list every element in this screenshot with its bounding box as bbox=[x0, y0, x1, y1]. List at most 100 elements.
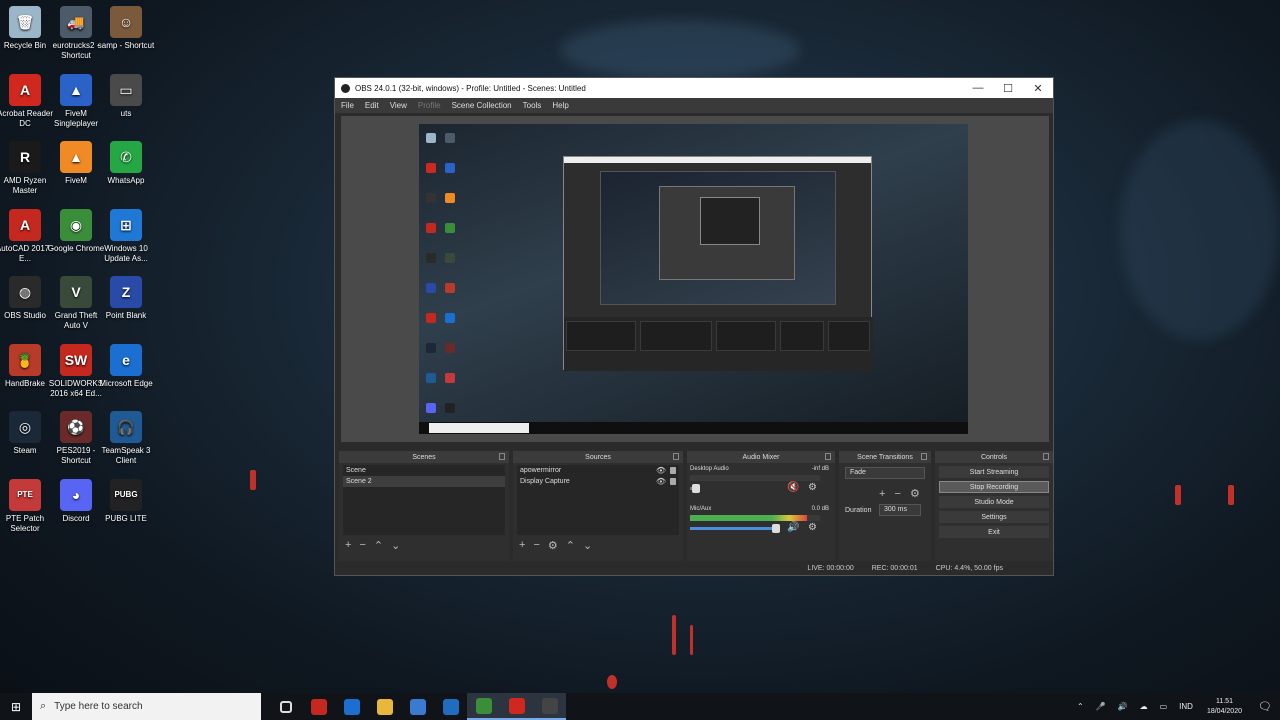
desktop-shortcut-label: Point Blank bbox=[105, 311, 147, 320]
minimize-button[interactable]: — bbox=[963, 82, 993, 94]
visibility-eye-icon[interactable]: 👁 bbox=[656, 465, 666, 476]
menu-tools[interactable]: Tools bbox=[523, 101, 542, 110]
mixer-channel: Mic/Aux 0.0 dB 🔊 ⚙ bbox=[687, 503, 835, 543]
desktop-shortcut[interactable]: e Microsoft Edge bbox=[96, 343, 156, 389]
taskbar-app[interactable] bbox=[368, 693, 401, 720]
preview-nested-obs-window bbox=[563, 156, 873, 371]
edge-icon: e bbox=[110, 343, 142, 376]
speaker-icon[interactable]: 🔊 bbox=[1118, 702, 1128, 711]
taskbar-search[interactable]: ⌕ Type here to search bbox=[32, 693, 261, 720]
taskbar-app[interactable] bbox=[533, 693, 566, 720]
scenes-dock: Scenes Scene Scene 2 + − ⌃ ⌄ bbox=[339, 451, 509, 561]
desktop-shortcut[interactable]: PUBG PUBG LITE bbox=[96, 478, 156, 524]
taskbar-app[interactable] bbox=[401, 693, 434, 720]
remove-scene-button[interactable]: − bbox=[359, 539, 365, 551]
notification-icon[interactable]: 🗨 bbox=[1250, 700, 1280, 713]
add-scene-button[interactable]: + bbox=[345, 539, 351, 551]
remove-source-button[interactable]: − bbox=[533, 539, 539, 551]
start-streaming-button[interactable]: Start Streaming bbox=[939, 466, 1049, 478]
lock-icon[interactable] bbox=[670, 478, 676, 485]
file-explorer-icon bbox=[376, 698, 393, 715]
move-down-button[interactable]: ⌄ bbox=[583, 539, 592, 552]
preview-desktop-icons bbox=[423, 128, 483, 428]
channel-name: Desktop Audio bbox=[690, 466, 729, 472]
lock-icon[interactable] bbox=[670, 467, 676, 474]
wifi-icon[interactable]: ☁ bbox=[1140, 702, 1148, 711]
duration-input[interactable]: 300 ms bbox=[879, 504, 921, 516]
whatsapp-icon: ✆ bbox=[110, 141, 142, 173]
scenes-dock-title: Scenes bbox=[412, 453, 436, 461]
desktop-shortcut[interactable]: 🎧 TeamSpeak 3 Client bbox=[96, 411, 156, 466]
undock-icon[interactable] bbox=[673, 453, 679, 460]
taskbar-app[interactable] bbox=[500, 693, 533, 720]
close-button[interactable]: ✕ bbox=[1023, 82, 1053, 95]
scene-item[interactable]: Scene bbox=[343, 465, 505, 476]
desktop-shortcut[interactable]: ☺ samp - Shortcut bbox=[96, 6, 156, 51]
edge-icon bbox=[343, 698, 360, 715]
clock[interactable]: 11.51 18/04/2020 bbox=[1207, 697, 1242, 717]
taskbar-app[interactable] bbox=[434, 693, 467, 720]
desktop-shortcut[interactable]: ✆ WhatsApp bbox=[96, 141, 156, 186]
gear-icon[interactable]: ⚙ bbox=[808, 482, 817, 493]
desktop-shortcut[interactable]: Z Point Blank bbox=[96, 276, 156, 321]
acrobat-icon: A bbox=[9, 73, 41, 106]
taskbar-app[interactable] bbox=[335, 693, 368, 720]
taskbar-app[interactable] bbox=[269, 693, 302, 720]
obs-icon bbox=[541, 697, 558, 714]
add-transition-button[interactable]: + bbox=[879, 488, 885, 500]
exit-button[interactable]: Exit bbox=[939, 526, 1049, 538]
sources-list: apowermirror 👁 Display Capture 👁 bbox=[517, 465, 679, 535]
solidworks-icon: SW bbox=[60, 343, 92, 376]
start-button[interactable]: ⊞ bbox=[0, 693, 32, 720]
microphone-icon[interactable]: 🎤 bbox=[1096, 702, 1106, 711]
volume-slider[interactable] bbox=[690, 484, 700, 493]
move-up-button[interactable]: ⌃ bbox=[566, 539, 575, 552]
mixer-channel: Desktop Audio -inf dB 🔇 ⚙ bbox=[687, 463, 835, 503]
maximize-button[interactable]: ☐ bbox=[993, 82, 1023, 95]
gear-icon[interactable]: ⚙ bbox=[548, 539, 558, 552]
source-item[interactable]: apowermirror 👁 bbox=[517, 465, 679, 476]
menu-file[interactable]: File bbox=[341, 101, 354, 110]
obs-icon: ◍ bbox=[9, 276, 41, 308]
undock-icon[interactable] bbox=[921, 453, 927, 460]
menu-edit[interactable]: Edit bbox=[365, 101, 379, 110]
handbrake-icon: 🍍 bbox=[9, 343, 41, 376]
obs-window: OBS 24.0.1 (32-bit, windows) - Profile: … bbox=[334, 77, 1054, 576]
menu-help[interactable]: Help bbox=[552, 101, 568, 110]
scene-item[interactable]: Scene 2 bbox=[343, 476, 505, 487]
undock-icon[interactable] bbox=[1043, 453, 1049, 460]
taskbar-app[interactable] bbox=[467, 693, 500, 720]
steam-icon: ◎ bbox=[9, 411, 41, 443]
gear-icon[interactable]: ⚙ bbox=[808, 522, 817, 533]
battery-icon[interactable]: ▭ bbox=[1160, 702, 1168, 711]
acrobat-icon bbox=[508, 697, 525, 714]
settings-button[interactable]: Settings bbox=[939, 511, 1049, 523]
speaker-muted-icon[interactable]: 🔇 bbox=[787, 482, 799, 493]
transition-select[interactable]: Fade bbox=[845, 467, 925, 479]
speaker-icon[interactable]: 🔊 bbox=[787, 522, 799, 533]
taskbar-app[interactable] bbox=[302, 693, 335, 720]
remove-transition-button[interactable]: − bbox=[895, 488, 901, 500]
menu-scene-collection[interactable]: Scene Collection bbox=[452, 101, 512, 110]
add-source-button[interactable]: + bbox=[519, 539, 525, 551]
language-indicator[interactable]: IND bbox=[1179, 702, 1193, 711]
undock-icon[interactable] bbox=[825, 453, 831, 460]
visibility-eye-icon[interactable]: 👁 bbox=[656, 476, 666, 487]
volume-slider[interactable] bbox=[690, 524, 780, 533]
preview-canvas[interactable] bbox=[419, 124, 968, 434]
source-item[interactable]: Display Capture 👁 bbox=[517, 476, 679, 487]
desktop-shortcut-label: WhatsApp bbox=[107, 176, 145, 185]
system-tray: ⌃ 🎤 🔊 ☁ ▭ IND 11.51 18/04/2020 🗨 bbox=[1071, 697, 1280, 717]
studio-mode-button[interactable]: Studio Mode bbox=[939, 496, 1049, 508]
chevron-up-icon[interactable]: ⌃ bbox=[1077, 702, 1084, 711]
undock-icon[interactable] bbox=[499, 453, 505, 460]
desktop-shortcut[interactable]: ⊞ Windows 10 Update As... bbox=[96, 208, 156, 264]
obs-titlebar[interactable]: OBS 24.0.1 (32-bit, windows) - Profile: … bbox=[335, 78, 1053, 98]
desktop-shortcut[interactable]: ▭ uts bbox=[96, 73, 156, 119]
move-up-button[interactable]: ⌃ bbox=[374, 539, 383, 552]
store-icon bbox=[409, 698, 426, 715]
stop-recording-button[interactable]: Stop Recording bbox=[939, 481, 1049, 493]
gear-icon[interactable]: ⚙ bbox=[910, 488, 920, 500]
menu-view[interactable]: View bbox=[390, 101, 407, 110]
move-down-button[interactable]: ⌄ bbox=[391, 539, 400, 552]
